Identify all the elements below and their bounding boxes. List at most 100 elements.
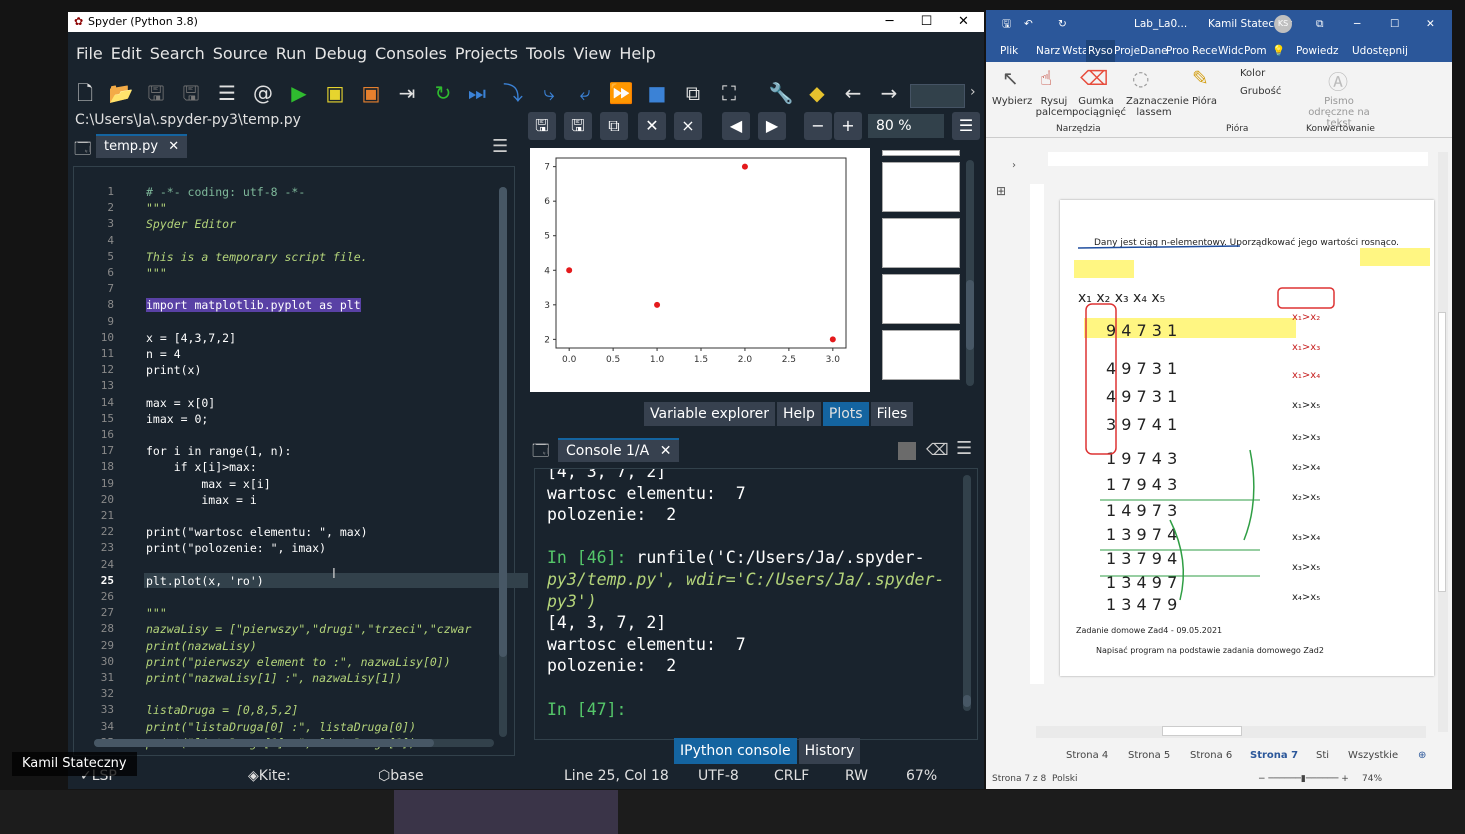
ink-to-text-icon[interactable]: Ⓐ bbox=[1328, 66, 1348, 95]
lasso-icon[interactable]: ◌ bbox=[1132, 66, 1149, 90]
page-tab[interactable]: Strona 4 bbox=[1066, 744, 1108, 768]
tab-proje[interactable]: Proje bbox=[1114, 40, 1140, 62]
tab-narz[interactable]: Narz bbox=[1036, 40, 1060, 62]
tab-temp-py[interactable]: temp.py ✕ bbox=[96, 134, 188, 158]
pens-icon[interactable]: ✎ bbox=[1192, 66, 1209, 90]
chevron-right-icon[interactable]: › bbox=[970, 84, 976, 100]
minimize-button[interactable]: ─ bbox=[871, 12, 908, 32]
open-file-icon[interactable]: 📂 bbox=[108, 80, 134, 106]
remove-all-plots-icon[interactable]: ⨯ bbox=[674, 112, 702, 140]
browse-tabs-icon[interactable]: 🗔 bbox=[74, 138, 91, 165]
menu-tools[interactable]: Tools bbox=[526, 44, 565, 63]
tab-help[interactable]: Help bbox=[776, 402, 821, 426]
clear-console-icon[interactable]: ⌫ bbox=[926, 440, 949, 459]
color-dropdown[interactable]: Kolor bbox=[1240, 68, 1265, 79]
thumbnails-scrollbar[interactable] bbox=[966, 160, 974, 386]
menu-view[interactable]: View bbox=[573, 44, 611, 63]
remove-plot-icon[interactable]: ✕ bbox=[638, 112, 666, 140]
maximize-pane-icon[interactable]: ⧉ bbox=[680, 80, 706, 106]
step-into-icon[interactable]: ⤷ bbox=[536, 80, 562, 106]
rerun-icon[interactable]: ↻ bbox=[430, 80, 456, 106]
save-icon[interactable]: 🖫 bbox=[143, 80, 169, 106]
new-file-icon[interactable]: 🗋 bbox=[72, 80, 98, 106]
run-selection-icon[interactable]: ⇥ bbox=[394, 80, 420, 106]
tab-plik[interactable]: Plik bbox=[1000, 40, 1018, 62]
undo-icon[interactable]: ↶ bbox=[1024, 10, 1033, 38]
back-arrow-icon[interactable]: ← bbox=[840, 80, 866, 106]
thumbnail[interactable] bbox=[882, 274, 960, 324]
tab-pom[interactable]: Pom bbox=[1244, 40, 1267, 62]
save-icon[interactable]: 🖫 bbox=[1002, 10, 1011, 38]
tab-proo[interactable]: Proo bbox=[1166, 40, 1189, 62]
navigation-icon[interactable]: ⊞ bbox=[996, 184, 1006, 198]
page-tab[interactable]: Strona 6 bbox=[1190, 744, 1232, 768]
menu-source[interactable]: Source bbox=[213, 44, 268, 63]
thickness-dropdown[interactable]: Grubość bbox=[1240, 86, 1281, 97]
thumbnail[interactable] bbox=[882, 162, 960, 212]
wrench-icon[interactable]: 🔧 bbox=[768, 80, 794, 106]
run-cell-icon[interactable]: ▣ bbox=[322, 80, 348, 106]
maximize-button[interactable]: ☐ bbox=[908, 12, 945, 32]
tab-variable-explorer[interactable]: Variable explorer bbox=[644, 402, 775, 426]
copy-plot-icon[interactable]: ⧉ bbox=[600, 112, 628, 140]
select-tool[interactable]: Wybierz bbox=[992, 96, 1032, 107]
close-window-button[interactable]: ✕ bbox=[945, 12, 982, 32]
menu-debug[interactable]: Debug bbox=[314, 44, 367, 63]
menu-consoles[interactable]: Consoles bbox=[375, 44, 447, 63]
editor-horizontal-scrollbar[interactable] bbox=[94, 739, 494, 747]
active-speaker-tile[interactable] bbox=[394, 790, 618, 834]
menu-file[interactable]: File bbox=[76, 44, 103, 63]
page-tab-active[interactable]: Strona 7 bbox=[1250, 744, 1298, 768]
code-editor[interactable]: 1 # -*- coding: utf-8 -*- 2 """ 3 Spyder Edit… bbox=[73, 166, 554, 756]
close-window-button[interactable]: ✕ bbox=[1426, 10, 1435, 38]
word-vertical-scrollbar[interactable] bbox=[1438, 152, 1448, 732]
finger-draw-icon[interactable]: ☝ bbox=[1040, 66, 1052, 90]
pens-tool[interactable]: Pióra bbox=[1192, 96, 1217, 107]
next-plot-icon[interactable]: ▶ bbox=[758, 112, 786, 140]
chevron-right-icon[interactable]: › bbox=[1012, 160, 1016, 171]
save-plot-icon[interactable]: 🖫 bbox=[528, 112, 556, 140]
maximize-button[interactable]: ☐ bbox=[1390, 10, 1399, 38]
workdir-combo[interactable] bbox=[910, 84, 965, 108]
tab-ipython-console[interactable]: IPython console bbox=[674, 738, 797, 764]
page-tab[interactable]: Strona 5 bbox=[1128, 744, 1170, 768]
save-all-icon[interactable]: 🖫 bbox=[178, 80, 204, 106]
lightbulb-icon[interactable]: 💡 bbox=[1272, 40, 1285, 62]
add-page-icon[interactable]: ⊕ bbox=[1418, 744, 1426, 768]
close-console-icon[interactable]: ✕ bbox=[660, 443, 672, 459]
language[interactable]: Polski bbox=[1052, 770, 1078, 789]
word-horizontal-scrollbar[interactable] bbox=[1036, 726, 1426, 738]
python-path-icon[interactable]: ◆ bbox=[804, 80, 830, 106]
eraser-tool[interactable]: Gumka pociągnięć bbox=[1072, 96, 1126, 118]
menu-edit[interactable]: Edit bbox=[111, 44, 142, 63]
menu-search[interactable]: Search bbox=[150, 44, 205, 63]
forward-arrow-icon[interactable]: → bbox=[876, 80, 902, 106]
tab-wsta[interactable]: Wsta bbox=[1062, 40, 1088, 62]
thumbnail[interactable] bbox=[882, 330, 960, 380]
tab-history[interactable]: History bbox=[798, 738, 861, 764]
browse-tabs-icon[interactable]: 🗔 bbox=[532, 440, 549, 467]
tab-ryso[interactable]: Ryso bbox=[1086, 40, 1115, 62]
run-icon[interactable]: ▶ bbox=[286, 80, 312, 106]
debug-icon[interactable]: ⏭ bbox=[464, 80, 490, 106]
editor-vertical-scrollbar[interactable] bbox=[499, 187, 507, 737]
console-options-icon[interactable]: ☰ bbox=[956, 438, 972, 459]
stop-kernel-icon[interactable] bbox=[898, 442, 916, 460]
avatar[interactable]: KS bbox=[1274, 15, 1292, 33]
at-icon[interactable]: @ bbox=[250, 80, 276, 106]
scroll-thumb[interactable] bbox=[499, 187, 507, 657]
share-button[interactable]: Udostępnij bbox=[1352, 40, 1408, 62]
tell-me-search[interactable]: Powiedz bbox=[1296, 40, 1339, 62]
zoom-in-icon[interactable]: + bbox=[834, 112, 862, 140]
console-output[interactable]: [4, 3, 7, 2] wartosc elementu: 7 polozenie… bbox=[534, 468, 978, 740]
tab-plots[interactable]: Plots bbox=[822, 402, 869, 426]
select-arrow-icon[interactable]: ↖ bbox=[1002, 66, 1019, 90]
console-scrollbar[interactable] bbox=[963, 475, 971, 711]
ribbon-display-icon[interactable]: ⧉ bbox=[1316, 10, 1324, 38]
page-tab[interactable]: Wszystkie bbox=[1348, 744, 1398, 768]
tab-rece[interactable]: Rece bbox=[1192, 40, 1218, 62]
thumbnail[interactable] bbox=[882, 150, 960, 156]
tab-widc[interactable]: Widc bbox=[1218, 40, 1244, 62]
fullscreen-icon[interactable]: ⛶ bbox=[716, 80, 742, 106]
finger-draw-tool[interactable]: Rysuj palcem bbox=[1034, 96, 1074, 118]
